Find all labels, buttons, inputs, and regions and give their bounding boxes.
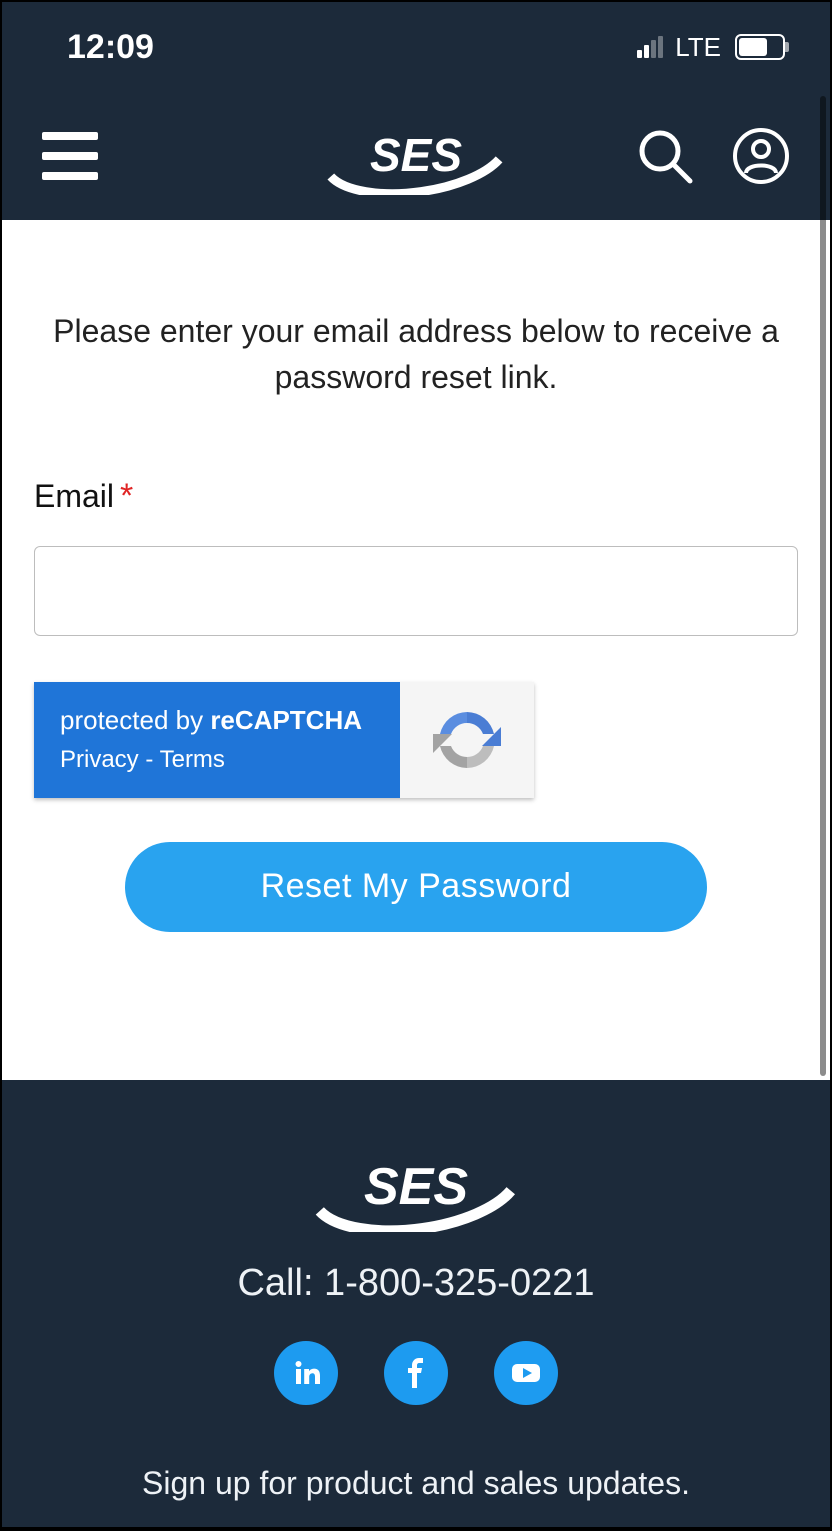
search-icon[interactable] [636,127,694,185]
signal-icon [637,36,663,58]
signup-prompt: Sign up for product and sales updates. [42,1465,790,1502]
main-content: Please enter your email address below to… [2,220,830,1080]
reset-password-button[interactable]: Reset My Password [125,842,707,932]
instruction-text: Please enter your email address below to… [34,308,798,401]
status-time: 12:09 [67,28,154,67]
email-field[interactable] [34,546,798,636]
scrollbar[interactable] [820,96,826,1076]
menu-icon[interactable] [42,132,98,180]
required-mark: * [120,477,133,515]
social-links [42,1341,790,1405]
footer-logo[interactable]: SES [42,1138,790,1232]
email-label: Email* [34,477,798,516]
battery-icon [735,34,785,60]
footer-phone[interactable]: Call: 1-800-325-0221 [42,1262,790,1305]
brand-logo[interactable]: SES [323,113,509,200]
facebook-icon[interactable] [384,1341,448,1405]
svg-text:SES: SES [370,129,462,181]
youtube-icon[interactable] [494,1341,558,1405]
status-bar: 12:09 LTE [2,2,830,92]
recaptcha-title: protected by reCAPTCHA [60,705,374,736]
network-label: LTE [675,32,721,63]
profile-icon[interactable] [732,127,790,185]
recaptcha-privacy-link[interactable]: Privacy [60,746,139,773]
status-indicators: LTE [637,32,785,63]
svg-text:SES: SES [364,1158,468,1216]
recaptcha-icon [400,682,534,798]
linkedin-icon[interactable] [274,1341,338,1405]
recaptcha-badge: protected by reCAPTCHA Privacy - Terms [34,682,534,798]
recaptcha-separator: - [139,746,160,773]
recaptcha-terms-link[interactable]: Terms [160,746,225,773]
nav-header: SES [2,92,830,220]
footer: SES Call: 1-800-325-0221 Sign up for pro… [2,1080,830,1527]
